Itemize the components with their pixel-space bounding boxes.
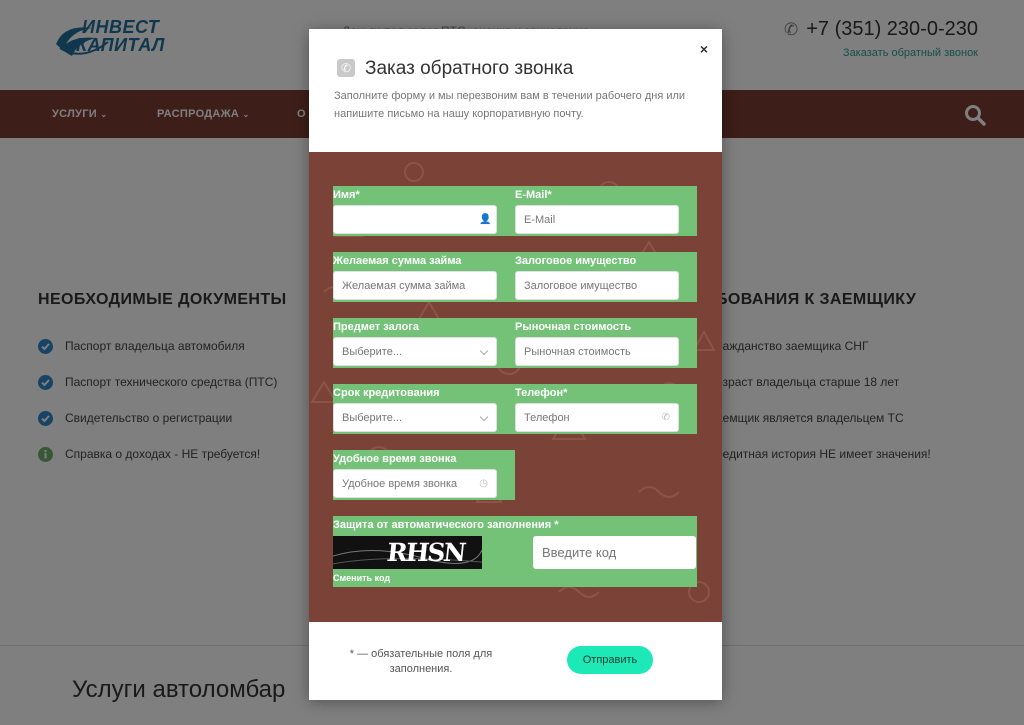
- user-icon: 👤: [479, 214, 492, 225]
- change-captcha-link[interactable]: Сменить код: [333, 573, 390, 583]
- captcha-label: Защита от автоматического заполнения *: [333, 519, 559, 531]
- market-value-label: Рыночная стоимость: [515, 321, 632, 333]
- phone-icon: ✆: [337, 59, 355, 77]
- form-row: Удобное время звонка Удобное время звонк…: [333, 450, 515, 500]
- phone-icon: ✆: [661, 412, 670, 423]
- submit-button[interactable]: Отправить: [567, 646, 653, 674]
- phone-label: Телефон*: [515, 387, 568, 399]
- amount-label: Желаемая сумма займа: [333, 255, 462, 267]
- name-label: Имя*: [333, 189, 360, 201]
- name-field[interactable]: [333, 205, 497, 234]
- clock-icon: ◷: [479, 478, 488, 489]
- form-row: Имя* 👤 E-Mail* E-Mail: [333, 186, 697, 236]
- captcha-image: RHSN: [333, 536, 482, 569]
- modal-header: ✆ Заказ обратного звонка Заполните форму…: [309, 29, 722, 152]
- close-icon[interactable]: ×: [700, 41, 708, 57]
- required-fields-note: * — обязательные поля для заполнения.: [349, 648, 493, 675]
- callback-modal: ✆ Заказ обратного звонка Заполните форму…: [309, 29, 722, 700]
- subject-label: Предмет залога: [333, 321, 419, 333]
- call-time-field[interactable]: Удобное время звонка ◷: [333, 469, 497, 498]
- market-value-field[interactable]: Рыночная стоимость: [515, 337, 679, 366]
- amount-field[interactable]: Желаемая сумма займа: [333, 271, 497, 300]
- captcha-row: Защита от автоматического заполнения * R…: [333, 516, 697, 587]
- modal-description: Заполните форму и мы перезвоним вам в те…: [334, 90, 686, 120]
- phone-field[interactable]: Телефон ✆: [515, 403, 679, 432]
- subject-select[interactable]: Выберите...: [333, 337, 497, 366]
- captcha-input[interactable]: Введите код: [533, 536, 696, 569]
- term-label: Срок кредитования: [333, 387, 440, 399]
- form-row: Предмет залога Выберите... Рыночная стои…: [333, 318, 697, 368]
- modal-footer: * — обязательные поля для заполнения. От…: [309, 622, 722, 700]
- collateral-label: Залоговое имущество: [515, 255, 637, 267]
- form-row: Желаемая сумма займа Желаемая сумма займ…: [333, 252, 697, 302]
- captcha-code: RHSN: [385, 538, 466, 567]
- form-row: Срок кредитования Выберите... Телефон* Т…: [333, 384, 697, 434]
- collateral-field[interactable]: Залоговое имущество: [515, 271, 679, 300]
- modal-title: Заказ обратного звонка: [365, 58, 574, 79]
- chevron-down-icon: [479, 346, 489, 356]
- email-label: E-Mail*: [515, 189, 552, 201]
- chevron-down-icon: [479, 412, 489, 422]
- callback-form: Имя* 👤 E-Mail* E-Mail Желаемая сумма зай…: [309, 152, 722, 622]
- email-field[interactable]: E-Mail: [515, 205, 679, 234]
- term-select[interactable]: Выберите...: [333, 403, 497, 432]
- call-time-label: Удобное время звонка: [333, 453, 457, 465]
